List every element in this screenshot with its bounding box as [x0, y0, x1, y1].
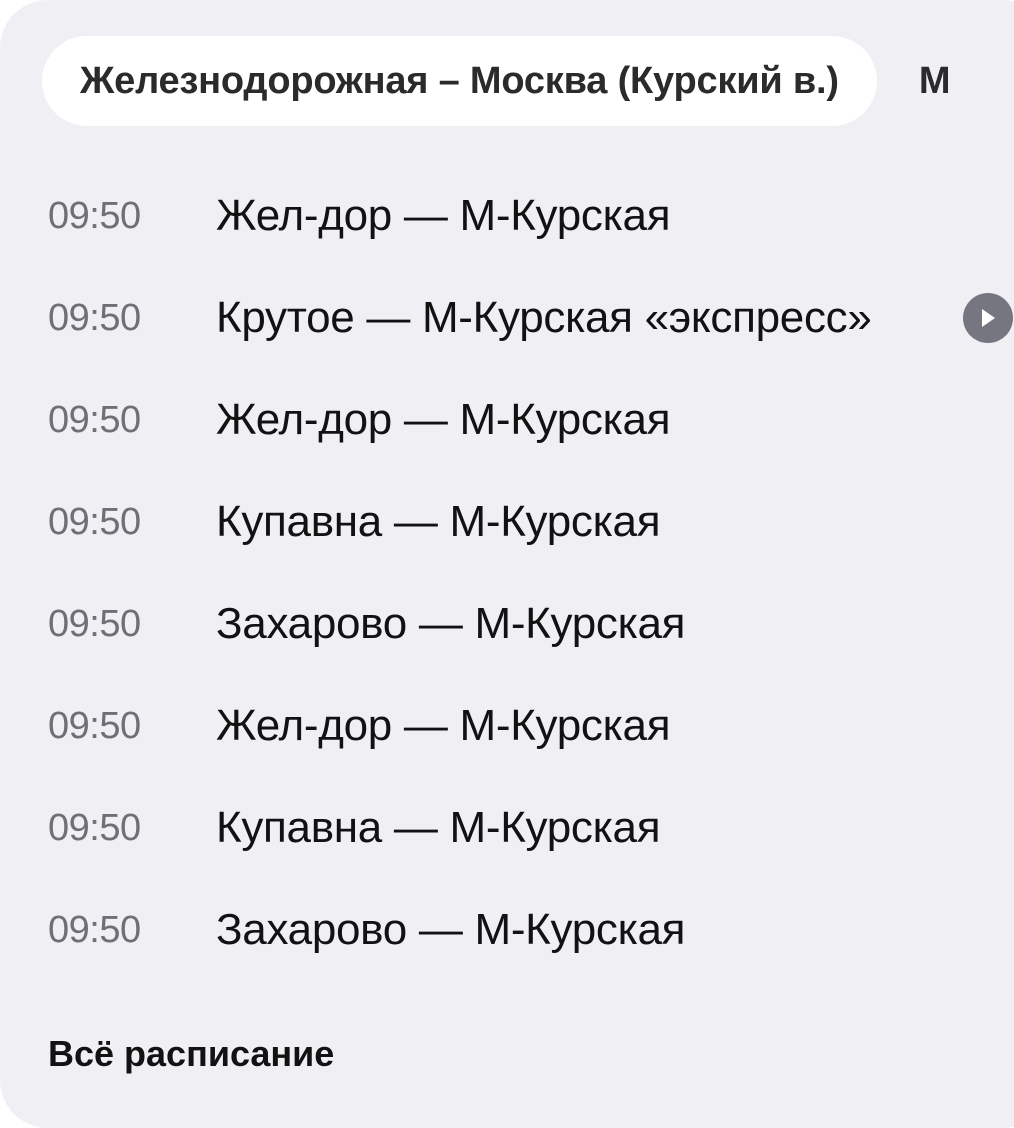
route-name: Купавна — М-Курская [216, 497, 661, 546]
departure-time: 09:50 [48, 704, 141, 747]
schedule-list: 09:50 Жел-дор — М-Курская 09:50 Крутое —… [48, 165, 1014, 981]
play-icon [963, 293, 1013, 343]
route-name: Захарово — М-Курская [216, 905, 686, 954]
route-name: Жел-дор — М-Курская [216, 701, 671, 750]
route-name: Жел-дор — М-Курская [216, 395, 671, 444]
departure-time: 09:50 [48, 398, 141, 441]
list-item[interactable]: 09:50 Купавна — М-Курская [48, 777, 1014, 879]
list-item[interactable]: 09:50 Захарово — М-Курская [48, 879, 1014, 981]
list-item[interactable]: 09:50 Жел-дор — М-Курская [48, 165, 1014, 267]
list-item[interactable]: 09:50 Жел-дор — М-Курская [48, 675, 1014, 777]
tab-next-direction[interactable]: М [919, 36, 951, 126]
tab-zheleznodorozhnaya-moskva[interactable]: Железнодорожная – Москва (Курский в.) [42, 36, 877, 126]
schedule-card: Железнодорожная – Москва (Курский в.) М … [0, 0, 1014, 1128]
route-name: Жел-дор — М-Курская [216, 191, 671, 240]
route-name: Купавна — М-Курская [216, 803, 661, 852]
list-item[interactable]: 09:50 Захарово — М-Курская [48, 573, 1014, 675]
list-item[interactable]: 09:50 Купавна — М-Курская [48, 471, 1014, 573]
all-schedule-link[interactable]: Всё расписание [48, 1033, 334, 1075]
departure-time: 09:50 [48, 500, 141, 543]
list-item[interactable]: 09:50 Жел-дор — М-Курская [48, 369, 1014, 471]
departure-time: 09:50 [48, 194, 141, 237]
departure-time: 09:50 [48, 806, 141, 849]
departure-time: 09:50 [48, 602, 141, 645]
route-name: Захарово — М-Курская [216, 599, 686, 648]
route-name: Крутое — М-Курская «экспресс» [216, 293, 872, 342]
departure-time: 09:50 [48, 908, 141, 951]
direction-tabs: Железнодорожная – Москва (Курский в.) М [42, 36, 951, 126]
list-item[interactable]: 09:50 Крутое — М-Курская «экспресс» [48, 267, 1014, 369]
departure-time: 09:50 [48, 296, 141, 339]
